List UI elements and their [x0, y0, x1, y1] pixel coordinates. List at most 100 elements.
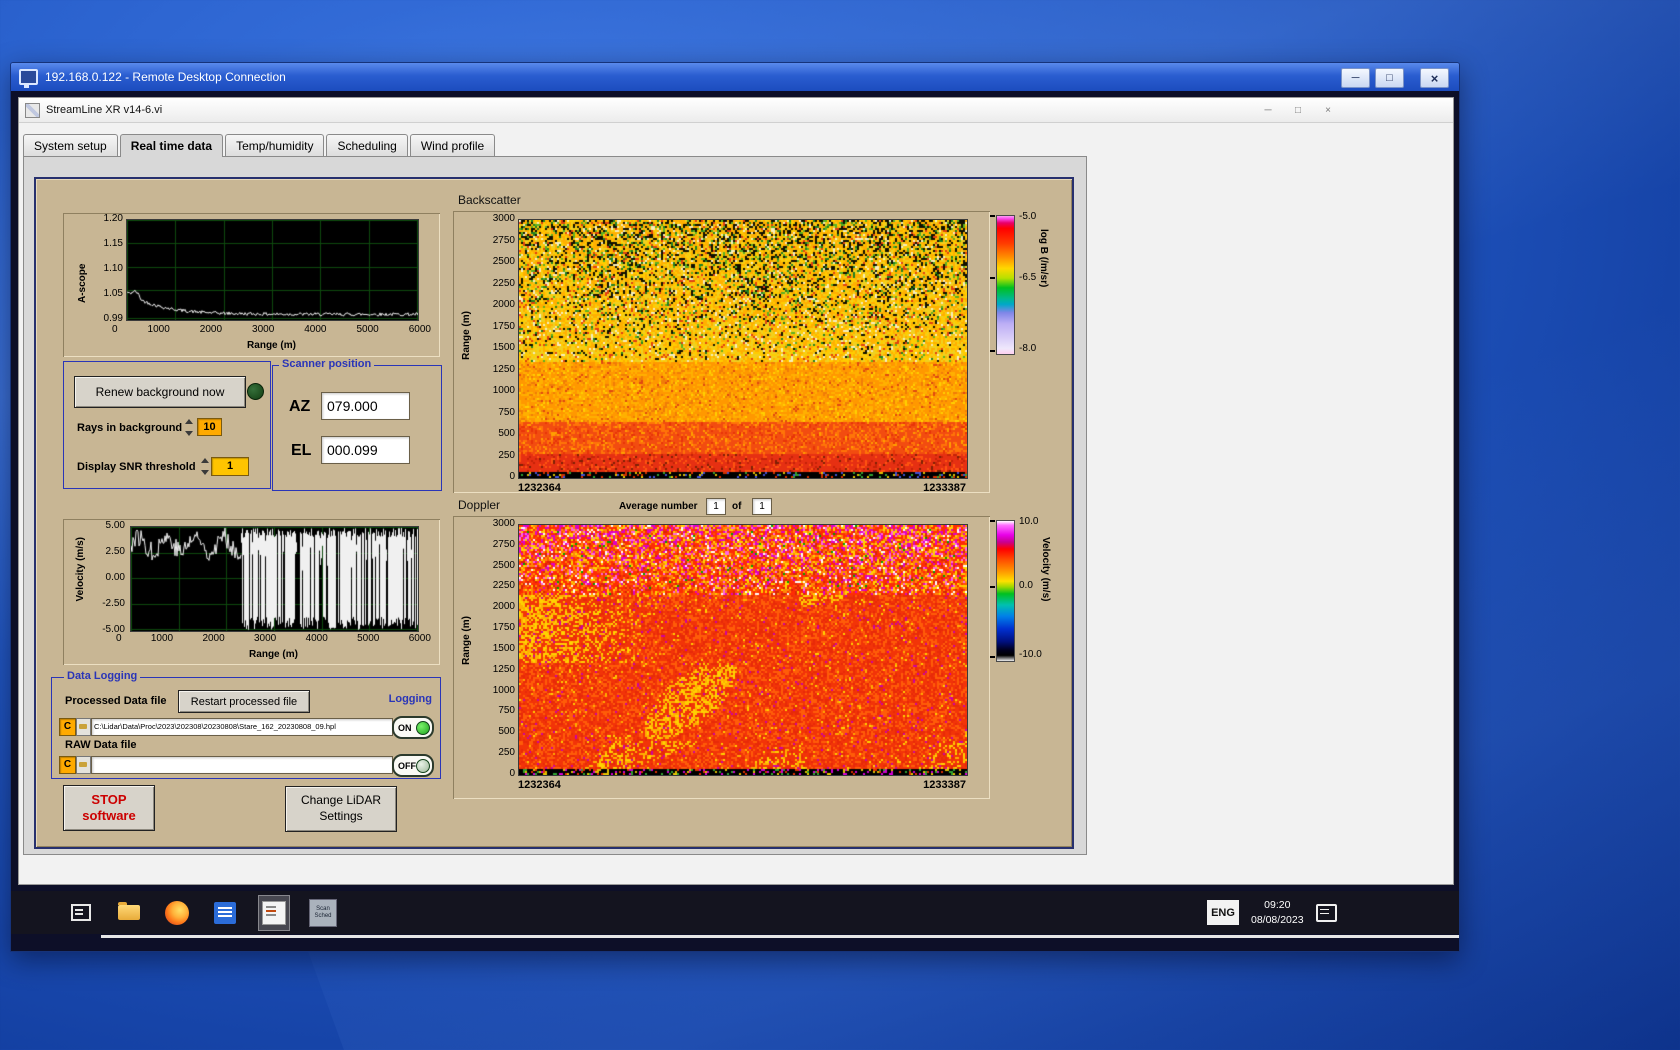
processed-data-file-path[interactable]: C:\Lidar\Data\Proc\2023\202308\20230808\…: [91, 718, 393, 736]
tick-label: 2500: [492, 256, 515, 267]
rdp-maximize-button[interactable]: □: [1375, 68, 1404, 88]
velocity-y-ticks: 5.00 2.50 0.00 -2.50 -5.00: [91, 521, 125, 635]
average-number-label: Average number: [619, 501, 698, 512]
tick-label: 0.99: [103, 313, 123, 324]
spinner-up-icon[interactable]: [201, 458, 209, 463]
background-controls-group: Renew background now Rays in background …: [63, 361, 271, 489]
change-settings-line1: Change LiDAR: [300, 793, 382, 808]
tick-label: 750: [498, 406, 515, 418]
tab-wind-profile[interactable]: Wind profile: [409, 134, 496, 157]
el-value-field[interactable]: 000.099: [321, 436, 410, 464]
spinner-up-icon[interactable]: [185, 419, 193, 424]
tab-scheduling[interactable]: Scheduling: [326, 134, 408, 157]
file-explorer-button[interactable]: [114, 896, 144, 930]
taskbar-clock[interactable]: 09:20 08/08/2023: [1251, 898, 1304, 926]
doppler-x-start: 1232364: [518, 779, 561, 791]
tick-label: 5.00: [105, 520, 125, 531]
rdp-titlebar[interactable]: 192.168.0.122 - Remote Desktop Connectio…: [11, 63, 1459, 91]
tick-label: 1000: [147, 324, 170, 335]
spinner-down-icon[interactable]: [201, 470, 209, 475]
logging-label: Logging: [388, 693, 432, 705]
tab-system-setup[interactable]: System setup: [23, 134, 118, 157]
raw-drive-box[interactable]: C: [59, 756, 76, 774]
firefox-icon: [165, 900, 189, 925]
raw-browse-folder-icon[interactable]: [76, 756, 91, 774]
task-view-button[interactable]: [66, 896, 96, 930]
raw-logging-toggle[interactable]: OFF: [392, 754, 434, 777]
tick-label: 6000: [408, 324, 431, 335]
tick-label: 6000: [408, 633, 431, 644]
language-indicator[interactable]: ENG: [1207, 900, 1239, 925]
average-total-field[interactable]: 1: [752, 498, 772, 515]
processed-browse-folder-icon[interactable]: [76, 718, 91, 736]
tick-label: 750: [498, 705, 515, 717]
app-titlebar[interactable]: StreamLine XR v14-6.vi ─ □ ×: [19, 98, 1453, 123]
change-lidar-settings-button[interactable]: Change LiDAR Settings: [285, 786, 397, 832]
tick-label: 2250: [492, 277, 515, 289]
app-window-title: StreamLine XR v14-6.vi: [46, 104, 163, 116]
tick-label: 2000: [492, 299, 515, 310]
snr-spinner[interactable]: [201, 458, 210, 475]
tick-label: 1.10: [103, 263, 123, 274]
ascope-y-axis-label: A-scope: [77, 263, 88, 303]
backscatter-colorbar-label: log B (/m/sr): [1038, 229, 1049, 288]
rdp-close-button[interactable]: ×: [1420, 68, 1449, 88]
doppler-y-axis-label: Range (m): [461, 616, 472, 665]
tab-real-time-data[interactable]: Real time data: [119, 134, 224, 157]
colorbar-tick-label: -10.0: [1019, 649, 1042, 660]
rays-spinner[interactable]: [185, 419, 194, 436]
average-number-field[interactable]: 1: [706, 498, 726, 515]
backscatter-x-start: 1232364: [518, 482, 561, 494]
stop-software-button[interactable]: STOP software: [63, 785, 155, 831]
tick-label: 0: [509, 767, 515, 779]
firefox-button[interactable]: [162, 896, 192, 930]
snr-value-field[interactable]: 1: [211, 457, 249, 476]
app-close-button[interactable]: ×: [1313, 101, 1343, 119]
renew-background-button[interactable]: Renew background now: [74, 376, 246, 408]
app-restore-button[interactable]: □: [1283, 101, 1313, 119]
processed-drive-box[interactable]: C: [59, 718, 76, 736]
spinner-down-icon[interactable]: [185, 431, 193, 436]
streamline-taskbar-button[interactable]: [258, 894, 290, 931]
colorbar-tick-mark: [990, 656, 995, 658]
scanner-position-title: Scanner position: [279, 358, 375, 372]
doppler-heatmap: [518, 524, 968, 776]
data-logging-group: Data Logging Processed Data file Restart…: [51, 670, 441, 779]
tick-label: 0: [116, 633, 122, 644]
notification-center-icon[interactable]: [1315, 903, 1337, 922]
backscatter-heatmap: [518, 219, 968, 479]
tick-label: 1.15: [103, 238, 123, 249]
backscatter-x-labels: 1232364 1233387: [518, 482, 966, 494]
app-minimize-button[interactable]: ─: [1253, 101, 1283, 119]
rdp-computer-icon: [19, 69, 38, 88]
tick-label: 250: [498, 747, 515, 759]
document-app-button[interactable]: [210, 896, 240, 930]
velocity-plot: [130, 526, 419, 632]
az-value-field[interactable]: 079.000: [321, 392, 410, 420]
tick-label: 2000: [199, 324, 223, 335]
velocity-y-axis-label: Velocity (m/s): [75, 537, 86, 602]
tick-label: 2500: [492, 559, 515, 571]
rays-value-field[interactable]: 10: [197, 418, 222, 436]
processed-data-file-label: Processed Data file: [65, 695, 167, 707]
tab-temp-humidity[interactable]: Temp/humidity: [225, 134, 325, 157]
tick-label: 0: [509, 471, 515, 482]
colorbar-tick-mark: [990, 520, 995, 522]
raw-data-file-path[interactable]: [91, 756, 393, 774]
ascope-x-ticks: 0 1000 2000 3000 4000 5000 6000: [112, 325, 431, 335]
change-settings-line2: Settings: [319, 809, 363, 823]
tick-label: 1500: [492, 642, 515, 654]
backscatter-title: Backscatter: [458, 193, 521, 207]
rdp-minimize-button[interactable]: ─: [1341, 68, 1370, 88]
logging-off-led-icon: [416, 758, 430, 773]
scan-scheduler-button[interactable]: Scan Sched: [308, 896, 338, 930]
taskbar-bottom-edge: [101, 935, 1459, 938]
tick-label: 0.00: [105, 572, 125, 583]
restart-processed-file-button[interactable]: Restart processed file: [178, 690, 310, 713]
tick-label: 1000: [492, 684, 515, 696]
backscatter-y-ticks: 3000 2750 2500 2250 2000 1750 1500 1250 1000 750 5…: [477, 214, 515, 482]
processed-logging-toggle[interactable]: ON: [392, 716, 434, 739]
renew-background-led-icon: [247, 383, 264, 400]
colorbar-tick-label: 10.0: [1019, 516, 1039, 527]
off-label: OFF: [398, 760, 416, 771]
